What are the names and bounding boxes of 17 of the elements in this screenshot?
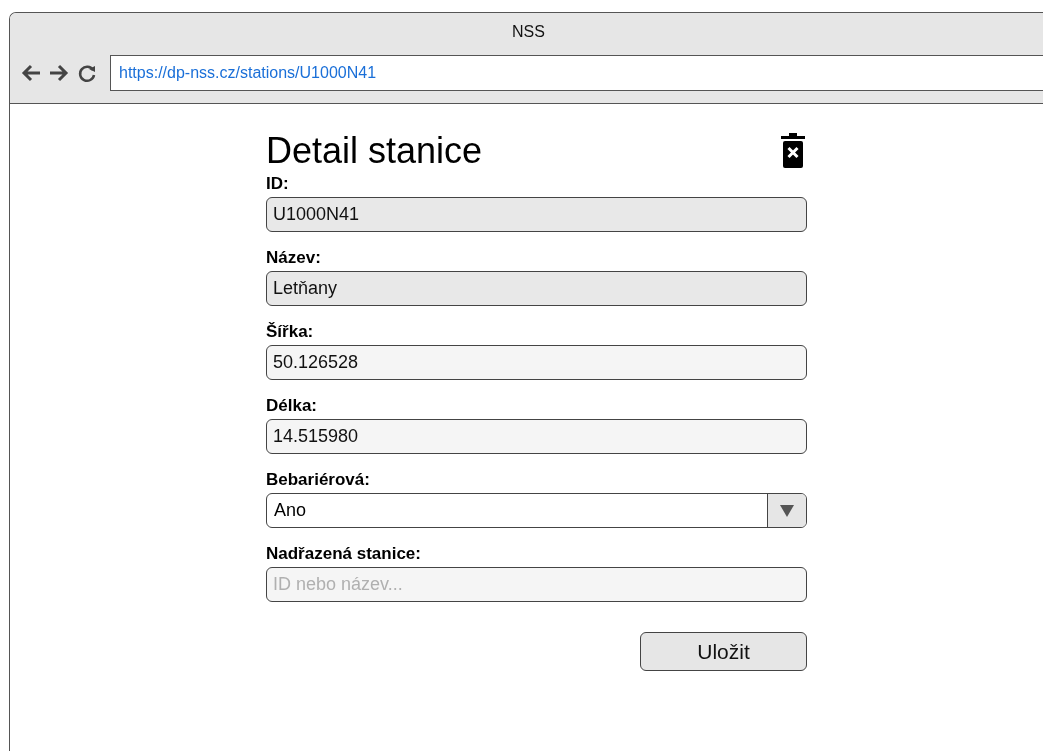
input-field[interactable]: 50.126528 — [266, 345, 807, 380]
field-label: ID: — [266, 174, 289, 194]
field-label: Nadřazená stanice: — [266, 544, 421, 564]
trash-icon[interactable] — [781, 133, 805, 169]
address-bar[interactable]: https://dp-nss.cz/stations/U1000N41 — [110, 55, 1043, 91]
caret-icon — [780, 504, 794, 517]
input-field[interactable]: 14.515980 — [266, 419, 807, 454]
page-heading: Detail stanice — [266, 130, 483, 172]
field-label: Název: — [266, 248, 321, 268]
save-button[interactable]: Uložit — [640, 632, 807, 671]
forward-arrow-icon[interactable] — [48, 62, 70, 84]
window-title: NSS — [512, 23, 545, 41]
field-label: Šířka: — [266, 322, 314, 342]
field-label: Bebariérová: — [266, 470, 370, 490]
dropdown[interactable]: Ano — [266, 493, 807, 528]
back-arrow-icon[interactable] — [20, 62, 42, 84]
field-label: Délka: — [266, 396, 318, 416]
